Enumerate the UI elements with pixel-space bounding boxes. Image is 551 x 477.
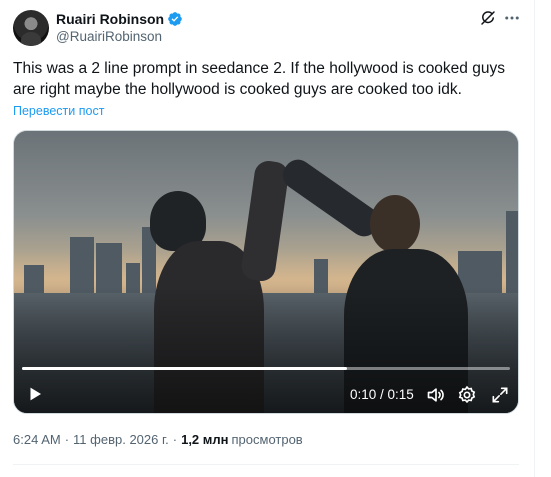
author-name-row: Ruairi Robinson <box>56 10 183 28</box>
avatar[interactable] <box>13 10 49 46</box>
play-icon[interactable] <box>26 385 44 403</box>
tweet-time[interactable]: 6:24 AM <box>13 432 61 447</box>
volume-icon[interactable] <box>426 385 446 405</box>
tweet-date[interactable]: 11 февр. 2026 г. <box>73 432 169 447</box>
divider <box>13 464 519 465</box>
views-count[interactable]: 1,2 млн <box>181 432 228 447</box>
tweet-meta: 6:24 AM · 11 февр. 2026 г. · 1,2 млн про… <box>13 432 303 447</box>
meta-separator: · <box>172 432 178 447</box>
fullscreen-icon[interactable] <box>490 385 510 405</box>
more-icon[interactable] <box>503 9 521 27</box>
verified-badge-icon <box>168 12 182 26</box>
views-label: просмотров <box>231 432 303 447</box>
settings-icon[interactable] <box>457 385 477 405</box>
meta-separator: · <box>64 432 70 447</box>
video-controls-shade <box>14 131 518 413</box>
tweet-card: Ruairi Robinson @RuairiRobinson This was… <box>0 0 535 477</box>
author-display-name[interactable]: Ruairi Robinson <box>56 11 164 27</box>
video-player[interactable]: 0:10 / 0:15 <box>13 130 519 414</box>
video-progress-fill <box>22 367 348 370</box>
translate-link[interactable]: Перевести пост <box>13 104 104 118</box>
author-handle[interactable]: @RuairiRobinson <box>56 29 162 44</box>
video-time: 0:10 / 0:15 <box>350 387 414 402</box>
video-progress-bar[interactable] <box>22 367 510 370</box>
grok-icon[interactable] <box>479 9 497 27</box>
tweet-text: This was a 2 line prompt in seedance 2. … <box>13 60 505 98</box>
